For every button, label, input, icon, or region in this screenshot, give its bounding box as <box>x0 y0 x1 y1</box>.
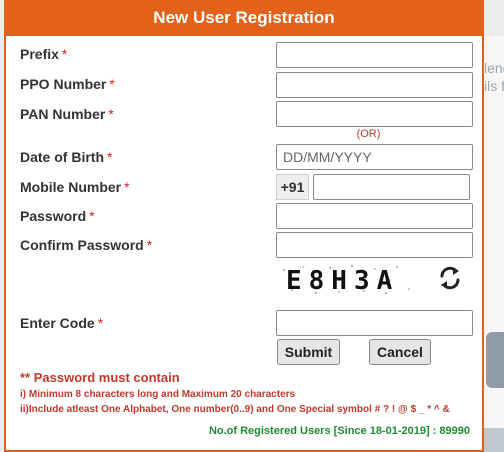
background-page <box>484 36 504 452</box>
country-code: +91 <box>276 174 309 200</box>
enter-code-label: Enter Code * <box>20 315 104 331</box>
captcha-text: E8H3A <box>286 266 400 296</box>
background-button <box>486 332 504 388</box>
ppo-number-input[interactable] <box>276 72 473 98</box>
modal-title: New User Registration <box>4 0 484 36</box>
required-marker: * <box>109 76 115 92</box>
background-text: ils f <box>484 78 504 94</box>
required-marker: * <box>107 149 113 165</box>
confirm-password-input[interactable] <box>276 232 473 258</box>
or-separator: (OR) <box>356 128 381 140</box>
required-marker: * <box>97 315 104 331</box>
background-text: lenc <box>484 60 504 76</box>
required-marker: * <box>61 46 68 62</box>
password-rule: ii)Include atleast One Alphabet, One num… <box>20 404 450 415</box>
required-marker: * <box>146 237 153 253</box>
prefix-input[interactable] <box>276 42 473 68</box>
refresh-icon[interactable] <box>436 264 464 292</box>
prefix-label: Prefix * <box>20 46 68 62</box>
password-input[interactable] <box>276 203 473 229</box>
ppo-number-label: PPO Number * <box>20 76 115 92</box>
pan-number-label: PAN Number * <box>20 106 114 122</box>
password-rule: i) Minimum 8 characters long and Maximum… <box>20 389 296 400</box>
mobile-number-label: Mobile Number * <box>20 179 130 195</box>
required-marker: * <box>108 106 114 122</box>
required-marker: * <box>89 208 95 224</box>
background-bar <box>484 428 504 452</box>
date-of-birth-label: Date of Birth * <box>20 149 113 165</box>
enter-code-input[interactable] <box>276 310 473 336</box>
cancel-button[interactable]: Cancel <box>369 339 431 365</box>
captcha-image: E8H3A <box>278 262 418 298</box>
submit-button[interactable]: Submit <box>277 339 340 365</box>
registration-modal: New User Registration Prefix * PPO Number… <box>4 0 484 452</box>
date-of-birth-input[interactable] <box>276 144 473 170</box>
pan-number-input[interactable] <box>276 101 473 127</box>
password-label: Password * <box>20 208 95 224</box>
mobile-number-input[interactable] <box>313 174 470 200</box>
confirm-password-label: Confirm Password * <box>20 237 153 253</box>
registered-users-count: No.of Registered Users [Since 18-01-2019… <box>208 425 470 437</box>
required-marker: * <box>124 179 130 195</box>
password-rules-title: ** Password must contain <box>20 370 180 385</box>
